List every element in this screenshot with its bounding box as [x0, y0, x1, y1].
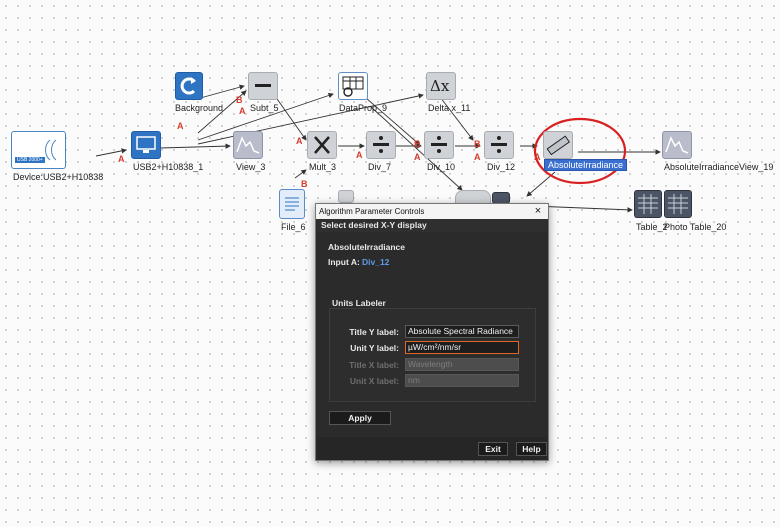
divide-icon — [366, 131, 396, 159]
node-label: Subt_5 — [250, 103, 279, 113]
function-icon — [338, 190, 354, 203]
title-x-label: Title X label: — [349, 360, 399, 370]
units-labeler-group — [329, 308, 536, 402]
dialog-subtitle: Select desired X-Y display — [321, 220, 427, 230]
port-a: A — [414, 152, 421, 162]
exit-button[interactable]: Exit — [478, 442, 508, 456]
algorithm-parameter-dialog[interactable]: Algorithm Parameter Controls × Select de… — [315, 203, 549, 461]
table-grid-icon — [634, 190, 662, 218]
port-a: A — [296, 136, 303, 146]
port-a: A — [177, 121, 184, 131]
divide-icon — [484, 131, 514, 159]
port-b: B — [474, 139, 481, 149]
algorithm-name: AbsoluteIrradiance — [328, 242, 405, 252]
spectrum-graph-icon — [662, 131, 692, 159]
unit-x-label: Unit X label: — [349, 376, 399, 386]
port-a: A — [474, 152, 481, 162]
node-label: AbsoluteIrradianceView_19 — [664, 162, 774, 172]
port-a: A — [239, 106, 246, 116]
ruler-icon — [543, 131, 573, 159]
title-y-input[interactable]: Absolute Spectral Radiance — [405, 325, 519, 338]
port-b: B — [301, 179, 308, 189]
computer-icon — [131, 131, 161, 159]
integral-icon — [455, 190, 491, 204]
node-label: Delta x_11 — [428, 103, 471, 113]
port-a: A — [118, 154, 125, 164]
delta-x-icon: Δx — [426, 72, 456, 100]
units-labeler-title: Units Labeler — [332, 298, 386, 308]
spectrum-graph-icon — [233, 131, 263, 159]
help-button[interactable]: Help — [516, 442, 547, 456]
dialog-footer — [317, 437, 547, 460]
document-icon — [279, 189, 305, 219]
apply-button[interactable]: Apply — [329, 411, 391, 425]
title-y-label: Title Y label: — [349, 327, 399, 337]
title-x-input[interactable]: Wavelength — [405, 358, 519, 371]
node-label: Div_10 — [427, 162, 456, 172]
minus-icon — [248, 72, 278, 100]
unit-y-input[interactable]: µW/cm²/nm/sr — [405, 341, 519, 354]
delta-x-glyph: Δx — [430, 77, 450, 95]
input-a-link[interactable]: Div_12 — [362, 257, 389, 267]
port-a: A — [534, 152, 541, 162]
multiply-icon — [307, 131, 337, 159]
node-label: Div_7 — [368, 162, 392, 172]
input-a-label: Input A: — [328, 257, 360, 267]
refresh-arrow-icon — [175, 72, 203, 100]
close-icon[interactable]: × — [532, 204, 544, 219]
unit-y-label: Unit Y label: — [350, 343, 399, 353]
data-gear-icon — [338, 72, 368, 100]
table-grid-icon — [664, 190, 692, 218]
port-b: B — [236, 95, 243, 105]
node-label: Device:USB2+H10838 — [13, 172, 104, 182]
node-label: View_3 — [236, 162, 266, 172]
node-label-selected: AbsoluteIrradiance — [544, 159, 628, 171]
node-label: Background — [175, 103, 224, 113]
port-a: A — [356, 150, 363, 160]
port-b: B — [414, 139, 421, 149]
node-label: Table_2 — [636, 222, 668, 232]
unit-x-input[interactable]: nm — [405, 374, 519, 387]
node-label: Photo Table_20 — [664, 222, 727, 232]
spectrometer-device-icon: USB 2000+ — [11, 131, 66, 169]
node-label: DataProp_9 — [339, 103, 388, 113]
node-label: File_6 — [281, 222, 306, 232]
node-label: Div_12 — [487, 162, 516, 172]
node-label: Mult_3 — [309, 162, 337, 172]
dialog-title: Algorithm Parameter Controls — [319, 207, 425, 216]
divide-icon — [424, 131, 454, 159]
node-label: USB2+H10838_1 — [133, 162, 204, 172]
dialog-titlebar[interactable]: Algorithm Parameter Controls × — [316, 204, 548, 219]
